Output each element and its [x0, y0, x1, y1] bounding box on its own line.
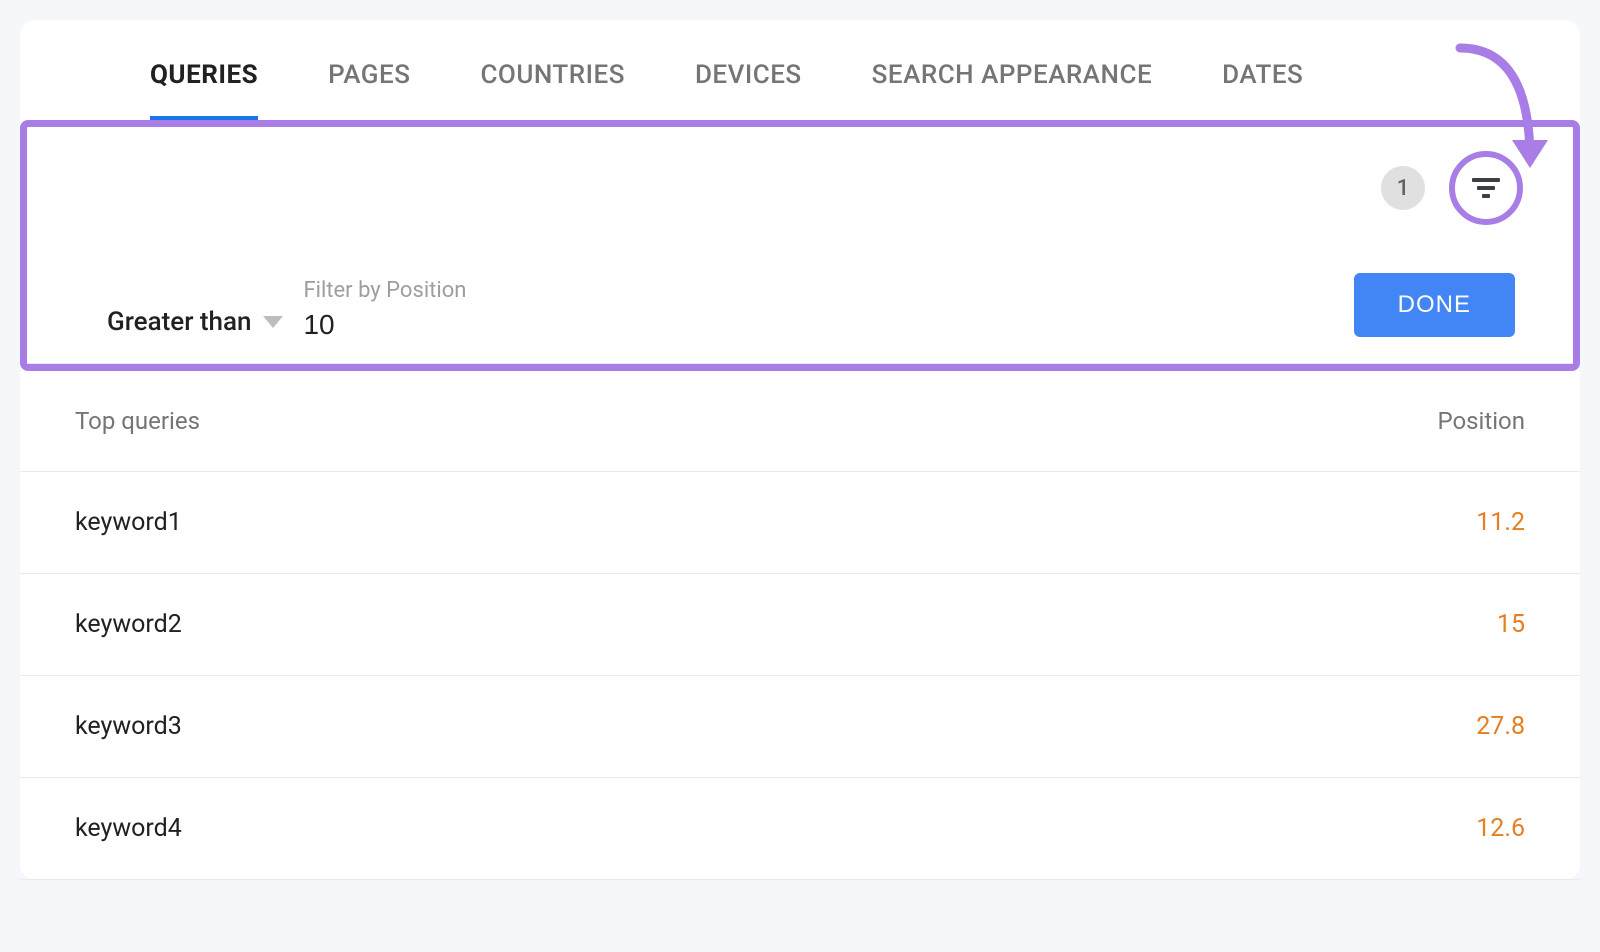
position-cell: 12.6: [1476, 814, 1525, 843]
filter-operator-dropdown[interactable]: Greater than: [107, 307, 283, 345]
tab-pages[interactable]: PAGES: [328, 60, 410, 90]
table-row[interactable]: keyword4 12.6: [20, 778, 1580, 880]
query-cell: keyword3: [75, 712, 182, 741]
filter-icon-button[interactable]: [1449, 151, 1523, 225]
column-header-position: Position: [1437, 407, 1525, 435]
filter-operator-label: Greater than: [107, 307, 251, 337]
table-body: keyword1 11.2 keyword2 15 keyword3 27.8 …: [20, 472, 1580, 880]
filter-toolbar: 1: [27, 127, 1573, 233]
position-cell: 11.2: [1476, 508, 1525, 537]
filter-count-badge: 1: [1381, 166, 1425, 210]
table-row[interactable]: keyword2 15: [20, 574, 1580, 676]
tab-dates[interactable]: DATES: [1222, 60, 1303, 90]
tabs-bar: QUERIES PAGES COUNTRIES DEVICES SEARCH A…: [20, 30, 1580, 120]
tab-search-appearance[interactable]: SEARCH APPEARANCE: [872, 60, 1152, 90]
chevron-down-icon: [263, 316, 283, 328]
query-cell: keyword4: [75, 814, 182, 843]
search-console-panel: QUERIES PAGES COUNTRIES DEVICES SEARCH A…: [20, 20, 1580, 880]
tab-countries[interactable]: COUNTRIES: [480, 60, 624, 90]
filter-icon: [1472, 178, 1500, 198]
query-cell: keyword2: [75, 610, 182, 639]
column-header-queries: Top queries: [75, 407, 200, 435]
filter-value-input[interactable]: [303, 309, 1333, 345]
tab-devices[interactable]: DEVICES: [695, 60, 802, 90]
filter-section-highlight: 1 Greater than Filter by Position: [20, 120, 1580, 371]
position-cell: 27.8: [1476, 712, 1525, 741]
table-row[interactable]: keyword3 27.8: [20, 676, 1580, 778]
filter-controls-row: Greater than Filter by Position DONE: [27, 233, 1573, 364]
filter-input-group: Filter by Position: [303, 278, 1333, 345]
table-row[interactable]: keyword1 11.2: [20, 472, 1580, 574]
table-header: Top queries Position: [20, 371, 1580, 472]
position-cell: 15: [1497, 610, 1525, 639]
filter-field-label: Filter by Position: [303, 278, 1333, 303]
tab-queries[interactable]: QUERIES: [150, 60, 258, 90]
done-button[interactable]: DONE: [1354, 273, 1515, 337]
query-cell: keyword1: [75, 508, 182, 537]
